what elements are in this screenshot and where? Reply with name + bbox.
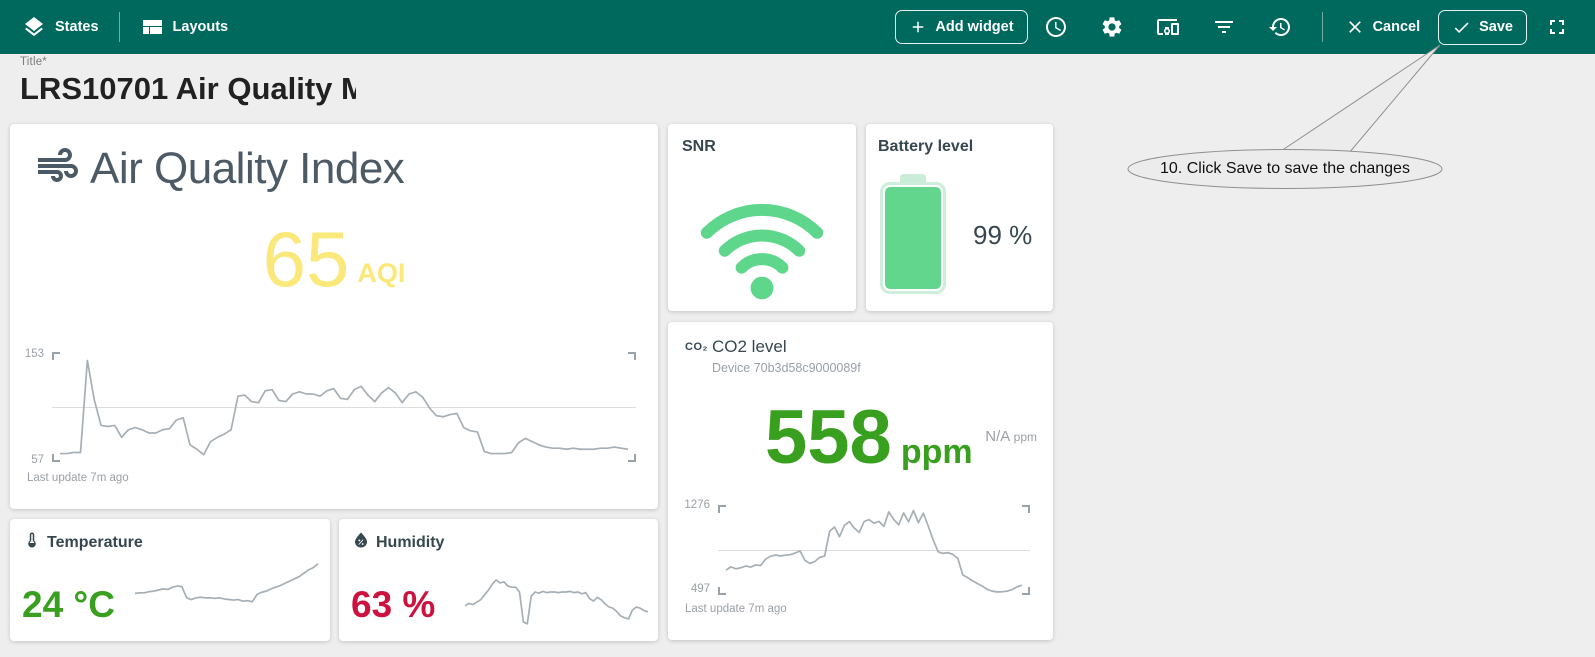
thermometer-icon (23, 531, 41, 554)
last-update-text: Last update 7m ago (685, 603, 787, 615)
widget-title: SNR (682, 138, 716, 156)
co2-icon: CO₂ (685, 341, 708, 353)
co2-history-line (726, 508, 1022, 592)
devices-icon (1156, 15, 1180, 39)
filters-button[interactable] (1202, 5, 1246, 49)
add-widget-label: Add widget (935, 19, 1013, 35)
fullscreen-icon (1545, 15, 1569, 39)
save-button[interactable]: Save (1438, 10, 1527, 45)
toolbar-divider (119, 12, 120, 42)
battery-value: 99 % (973, 220, 1032, 251)
add-widget-button[interactable]: Add widget (895, 10, 1027, 44)
plus-icon (909, 18, 927, 36)
cancel-label: Cancel (1373, 19, 1421, 35)
settings-button[interactable] (1090, 5, 1134, 49)
manage-layouts-button[interactable] (1146, 5, 1190, 49)
temperature-sparkline (135, 562, 318, 618)
check-icon (1452, 18, 1471, 37)
battery-icon (880, 182, 946, 294)
humidity-drop-icon (352, 531, 370, 554)
time-window-button[interactable] (1034, 5, 1078, 49)
co2-history-chart (718, 505, 1030, 595)
toolbar-divider (1322, 12, 1323, 42)
y-axis-min-label: 497 (668, 583, 710, 595)
wifi-signal-icon (690, 184, 834, 302)
states-button[interactable]: States (16, 9, 105, 45)
y-axis-min-label: 57 (10, 454, 44, 466)
battery-fill (885, 187, 941, 289)
filter-icon (1212, 15, 1236, 39)
layouts-label: Layouts (173, 19, 229, 35)
layouts-button[interactable]: Layouts (134, 9, 235, 45)
layout-icon (140, 15, 164, 39)
last-update-text: Last update 7m ago (27, 472, 129, 484)
co2-secondary-value: N/A ppm (985, 428, 1037, 445)
widget-title: Air Quality Index (90, 144, 404, 194)
wind-icon (34, 142, 82, 195)
co2-value: 558 (765, 400, 892, 476)
aqi-value: 65 (263, 220, 350, 298)
widget-air-quality-index[interactable]: Air Quality Index 65 AQI 153 57 Last upd… (10, 124, 658, 509)
widget-humidity[interactable]: Humidity 63 % (339, 519, 658, 641)
widget-snr[interactable]: SNR (668, 124, 856, 311)
co2-unit: ppm (901, 433, 973, 476)
fullscreen-button[interactable] (1535, 5, 1579, 49)
y-axis-max-label: 153 (10, 348, 44, 360)
aqi-history-line (60, 355, 628, 459)
temperature-value: 24 °C (22, 585, 115, 626)
close-icon (1345, 17, 1365, 37)
widget-title: Temperature (47, 534, 143, 552)
title-field-label: Title* (20, 56, 47, 68)
layers-icon (22, 15, 46, 39)
aqi-unit: AQI (357, 258, 405, 298)
aqi-history-chart (52, 352, 636, 462)
widget-battery-level[interactable]: Battery level 99 % (866, 124, 1053, 311)
humidity-value: 63 % (351, 585, 435, 626)
callout-text: 10. Click Save to save the changes (1133, 160, 1437, 178)
edit-toolbar: States Layouts Add widget (0, 0, 1595, 54)
y-axis-max-label: 1276 (668, 499, 710, 511)
history-icon (1268, 15, 1292, 39)
widget-temperature[interactable]: Temperature 24 °C (10, 519, 330, 641)
save-label: Save (1479, 19, 1513, 35)
cancel-button[interactable]: Cancel (1337, 11, 1429, 43)
widget-title: CO2 level (712, 337, 787, 357)
widget-title: Battery level (878, 138, 973, 156)
widget-co2-level[interactable]: CO₂ CO2 level Device 70b3d58c9000089f 55… (668, 322, 1053, 640)
version-history-button[interactable] (1258, 5, 1302, 49)
gear-icon (1100, 15, 1124, 39)
states-label: States (55, 19, 99, 35)
device-subtitle: Device 70b3d58c9000089f (712, 361, 861, 375)
widget-title: Humidity (376, 534, 444, 552)
humidity-sparkline (465, 565, 648, 625)
clock-icon (1044, 15, 1068, 39)
dashboard-title-input[interactable]: LRS10701 Air Quality M (20, 70, 356, 114)
